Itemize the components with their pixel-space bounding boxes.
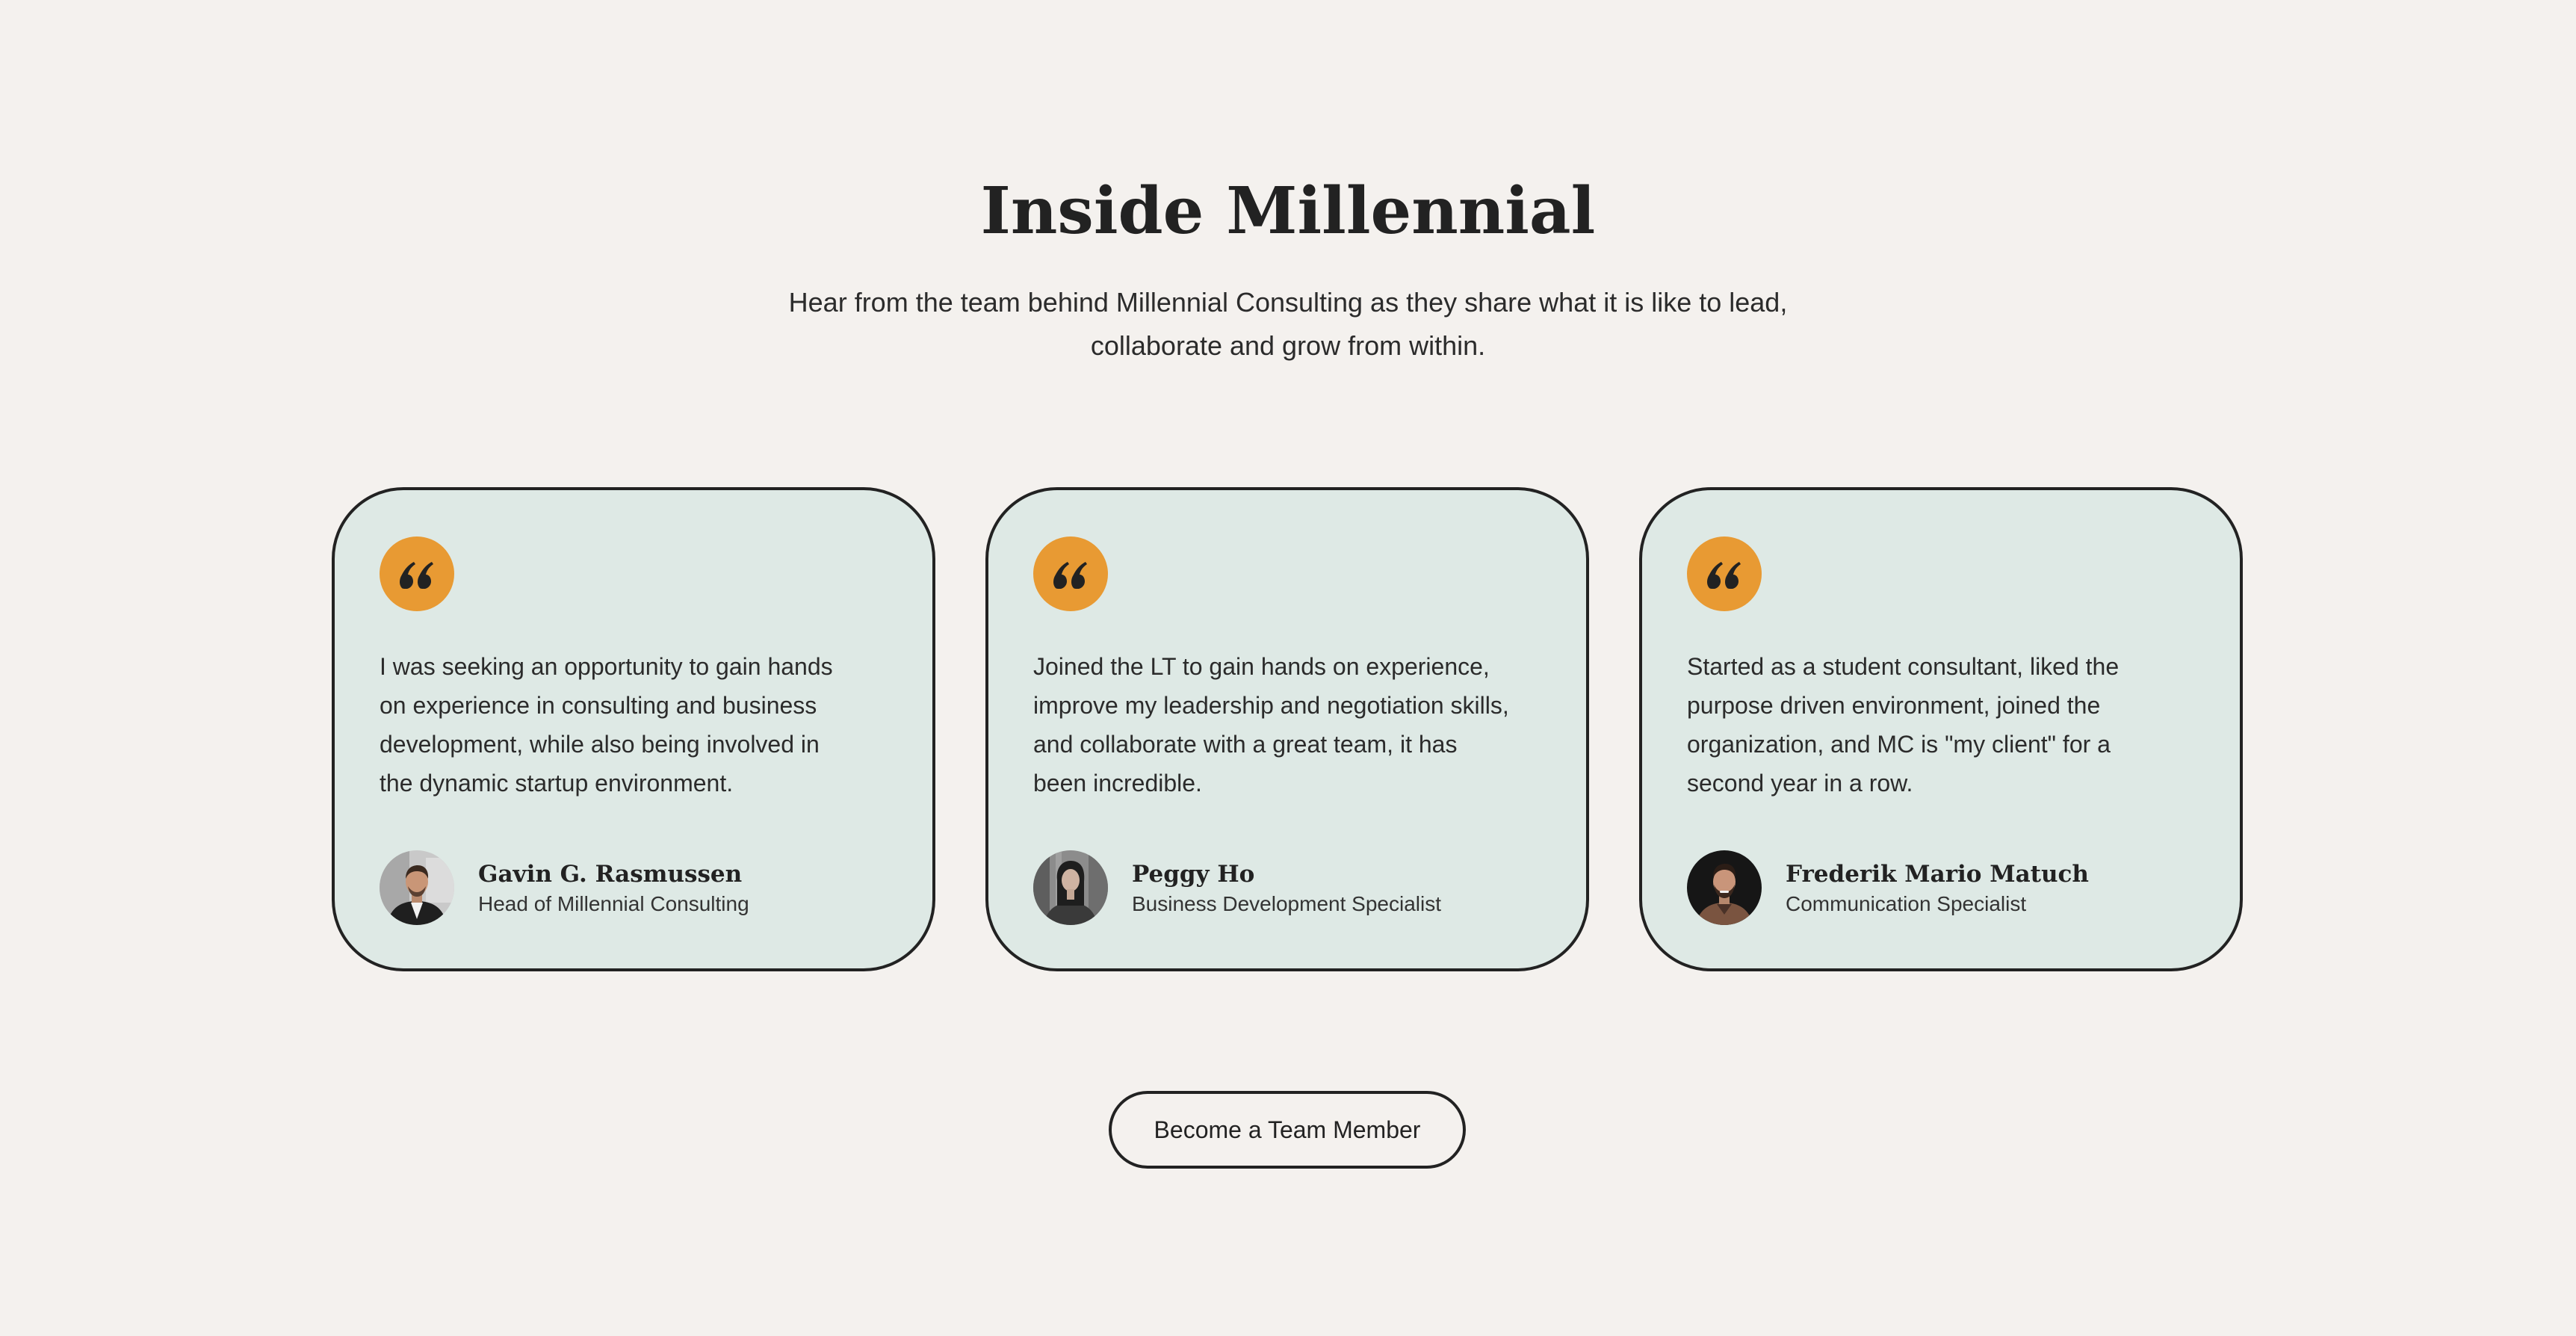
testimonial-quote: Joined the LT to gain hands on experienc…: [1033, 647, 1549, 802]
testimonial-quote: I was seeking an opportunity to gain han…: [380, 647, 895, 802]
quote-icon: [400, 562, 433, 589]
person-role: Communication Specialist: [1786, 892, 2027, 915]
person-role: Business Development Specialist: [1132, 892, 1441, 915]
testimonial-card: Started as a student consultant, liked t…: [1639, 487, 2243, 971]
quote-line: been incredible.: [1033, 770, 1202, 797]
person-name: Gavin G. Rasmussen: [478, 861, 743, 888]
section-title: Inside Millennial: [980, 173, 1596, 249]
quote-line: the dynamic startup environment.: [380, 770, 734, 797]
quote-badge: [1033, 536, 1108, 611]
person-name: Frederik Mario Matuch: [1786, 861, 2089, 888]
quote-badge: [1687, 536, 1762, 611]
quote-line: development, while also being involved i…: [380, 731, 820, 758]
quote-line: I was seeking an opportunity to gain han…: [380, 653, 833, 680]
avatar: [1033, 850, 1108, 925]
quote-line: Started as a student consultant, liked t…: [1687, 653, 2120, 680]
subtitle-line: Hear from the team behind Millennial Con…: [788, 287, 1788, 318]
quote-line: improve my leadership and negotiation sk…: [1033, 692, 1509, 719]
avatar: [380, 850, 454, 925]
testimonial-card: I was seeking an opportunity to gain han…: [332, 487, 935, 971]
avatar: [1687, 850, 1762, 925]
quote-line: Joined the LT to gain hands on experienc…: [1033, 653, 1490, 680]
quote-icon: [1707, 562, 1741, 589]
subtitle-line: collaborate and grow from within.: [1090, 330, 1486, 361]
quote-line: purpose driven environment, joined the: [1687, 692, 2101, 719]
section-subtitle: Hear from the team behind Millennial Con…: [728, 281, 1848, 368]
testimonial-cards: I was seeking an opportunity to gain han…: [332, 487, 2244, 971]
quote-line: and collaborate with a great team, it ha…: [1033, 731, 1458, 758]
testimonial-card: Joined the LT to gain hands on experienc…: [985, 487, 1589, 971]
quote-badge: [380, 536, 454, 611]
quote-icon: [1053, 562, 1087, 589]
testimonials-section: Inside Millennial Hear from the team beh…: [0, 0, 2576, 1336]
become-team-member-button[interactable]: Become a Team Member: [1109, 1091, 1466, 1169]
quote-line: on experience in consulting and business: [380, 692, 817, 719]
person-role: Head of Millennial Consulting: [478, 892, 749, 915]
quote-line: organization, and MC is "my client" for …: [1687, 731, 2111, 758]
testimonial-quote: Started as a student consultant, liked t…: [1687, 647, 2202, 802]
person-name: Peggy Ho: [1132, 861, 1255, 888]
quote-line: second year in a row.: [1687, 770, 1913, 797]
